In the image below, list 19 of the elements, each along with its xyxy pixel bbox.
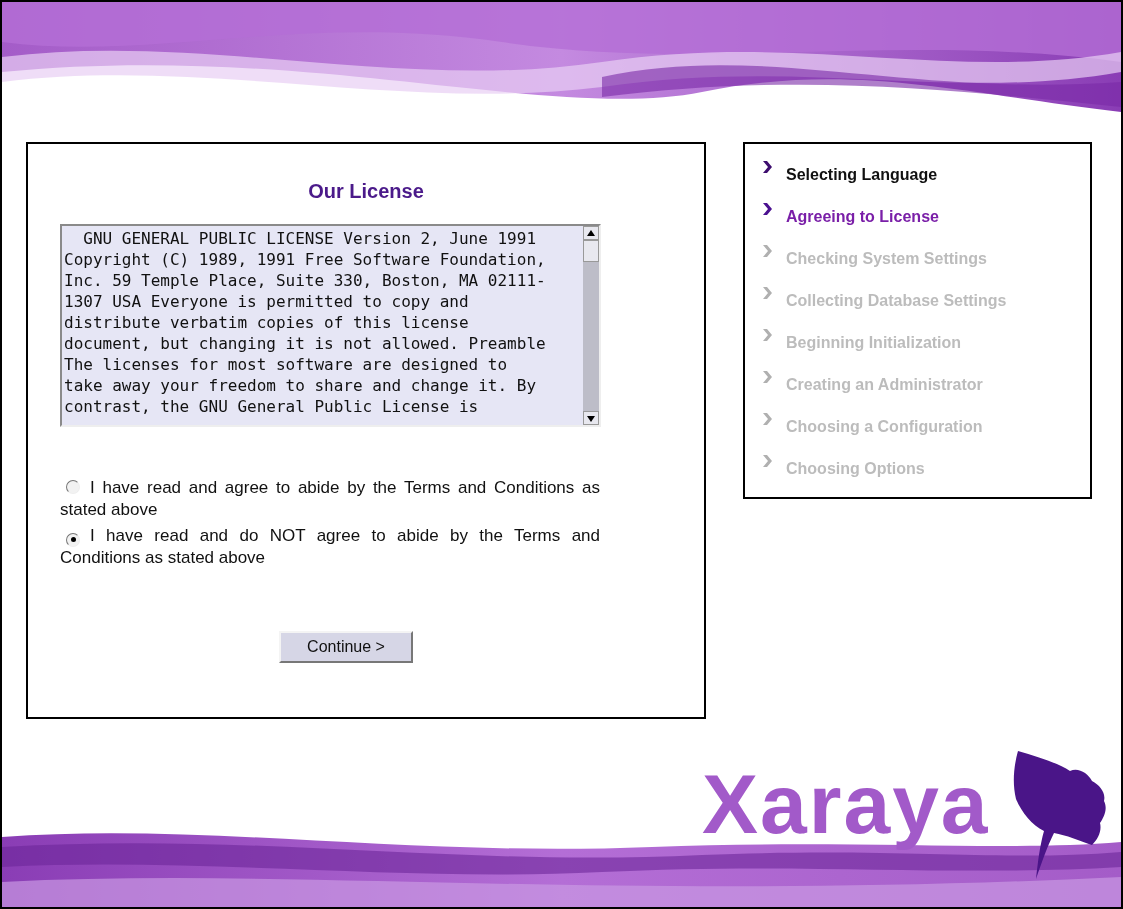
step-label: Beginning Initialization (786, 333, 962, 353)
radio-button[interactable] (66, 480, 80, 494)
agreement-option[interactable]: I have read and agree to abide by the Terms and Conditions as stated above (60, 477, 600, 521)
step-label: Collecting Database Settings (786, 291, 1007, 311)
step-label: Checking System Settings (786, 249, 987, 269)
continue-button[interactable]: Continue > (279, 631, 413, 663)
agreement-option[interactable]: I have read and do NOT agree to abide by the Terms and Conditions as stated above (60, 525, 600, 569)
panel-title: Our License (307, 179, 425, 204)
step-label: Agreeing to License (786, 207, 939, 227)
scrollbar[interactable] (583, 226, 599, 425)
step-label: Choosing a Configuration (786, 417, 983, 437)
step-label: Choosing Options (786, 459, 925, 479)
scroll-thumb[interactable] (583, 240, 599, 262)
logo-text: Xaraya (702, 759, 990, 849)
license-text: GNU GENERAL PUBLIC LICENSE Version 2, June 1991 Copyright (C) 1989, 1991 Free Software Foundation, Inc. 59 Temple Place, Suite 330, Boston, MA 02111-1307 USA Everyone is permitted to copy and distribute verbatim copies of this license document, but changing it is not allowed. Preamble The licenses for most software are designed to take away your freedom to share and change it. By contrast, the GNU General Public License is (63, 228, 547, 418)
step-label: Selecting Language (786, 165, 938, 185)
license-textarea[interactable] (60, 224, 601, 427)
radio-button[interactable] (66, 532, 80, 547)
step-label: Creating an Administrator (786, 375, 983, 395)
